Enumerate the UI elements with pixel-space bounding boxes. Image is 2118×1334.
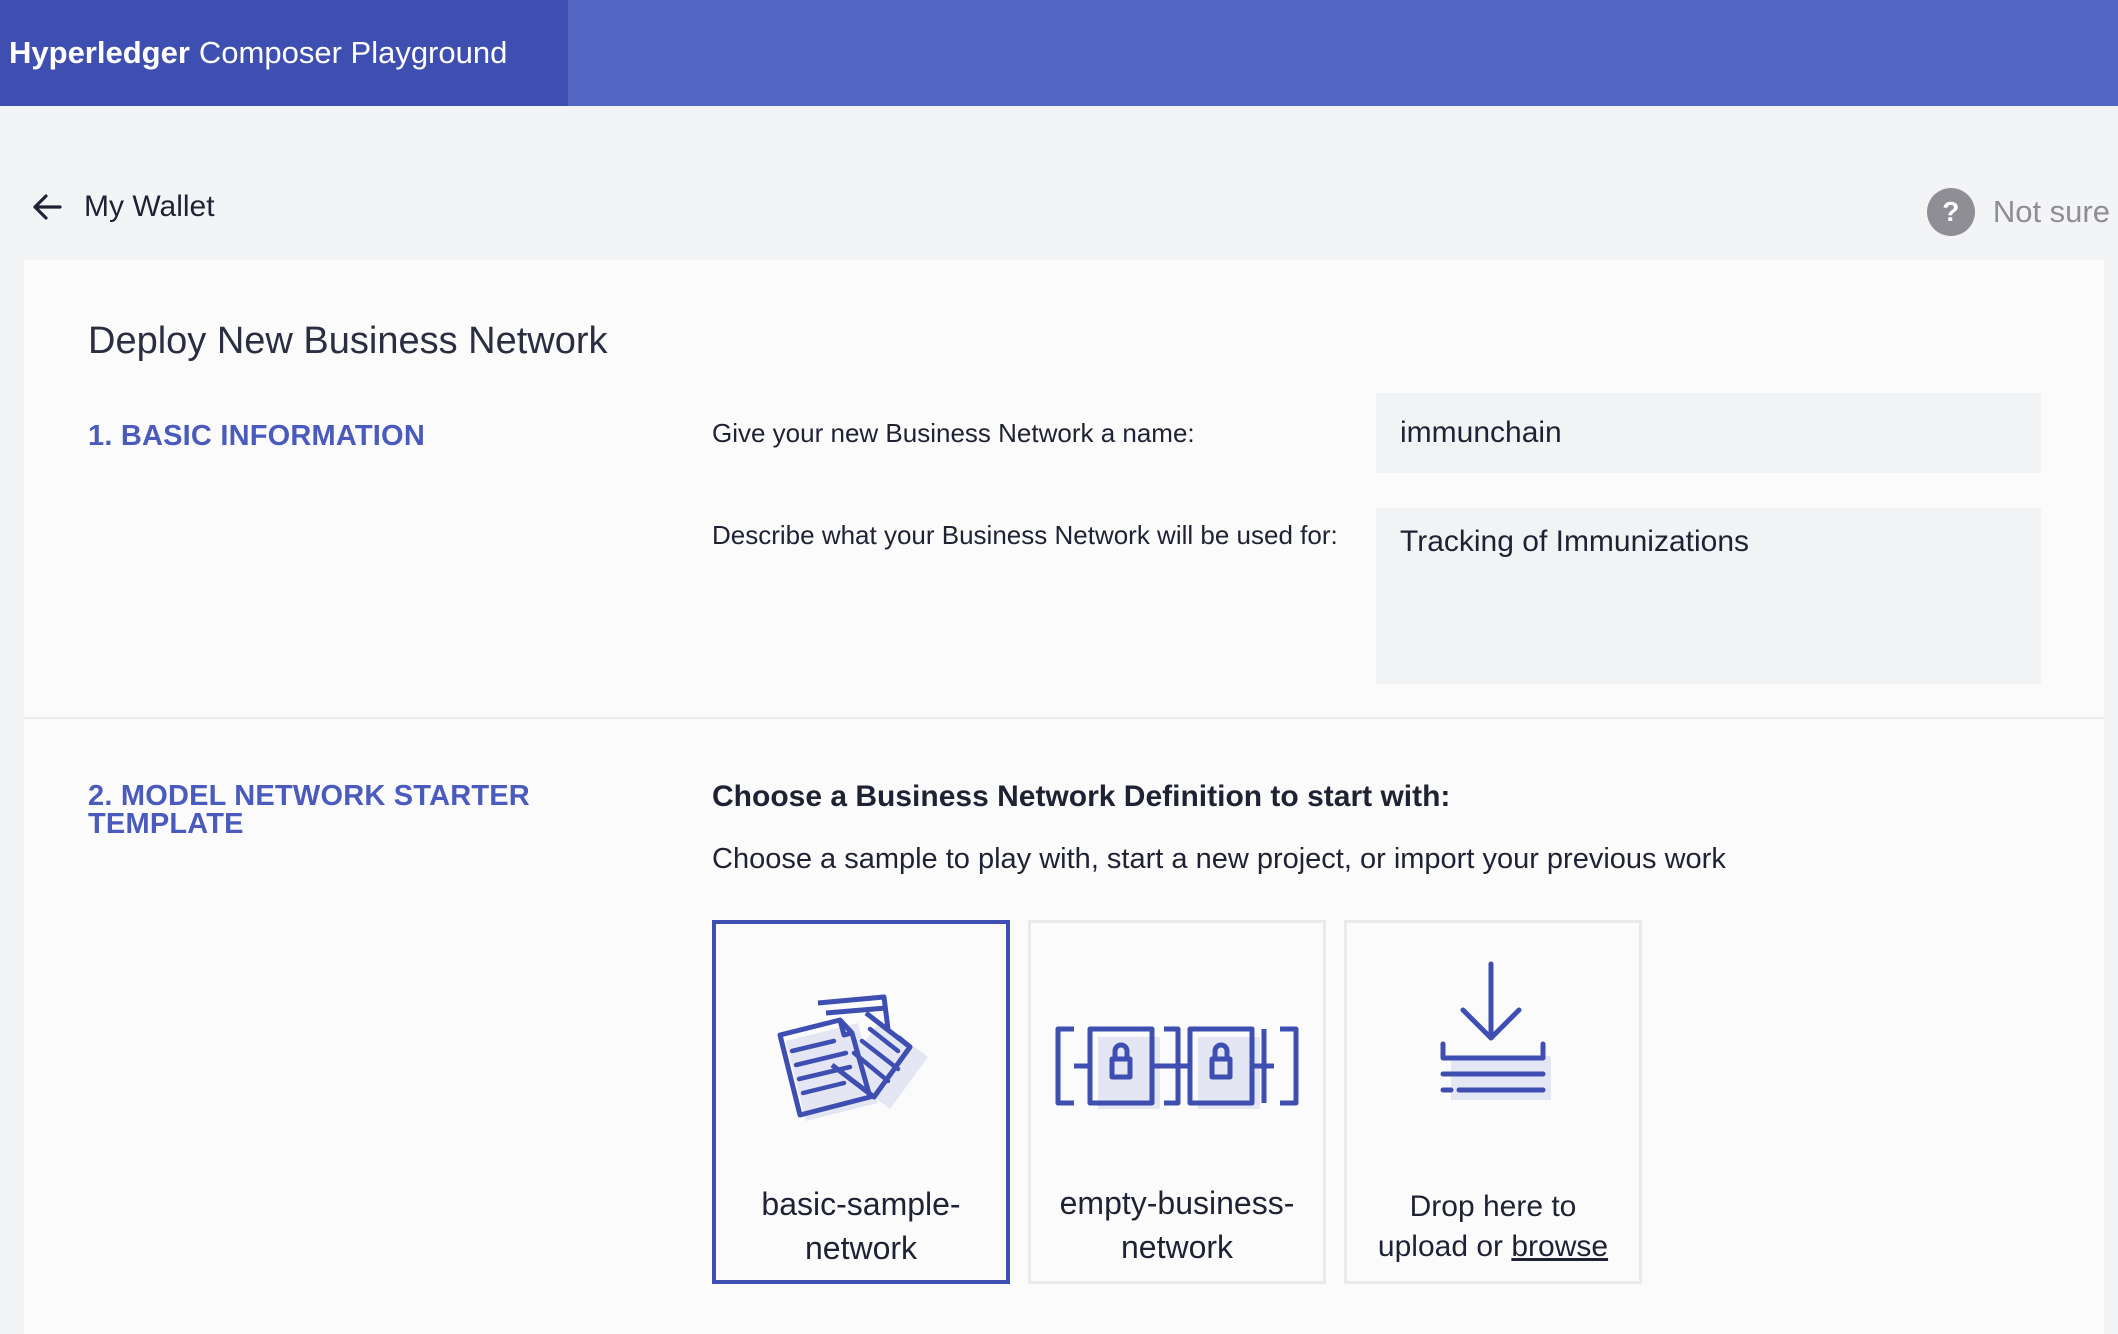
template-label-empty: empty-business- network — [1031, 1181, 1323, 1269]
name-label: Give your new Business Network a name: — [712, 418, 1195, 448]
template-empty-business-network[interactable]: empty-business- network — [1028, 920, 1326, 1284]
template-label-basic: basic-sample- network — [716, 1182, 1006, 1270]
network-description-textarea[interactable]: Tracking of Immunizations — [1376, 508, 2041, 684]
template-basic-sample-network[interactable]: basic-sample- network — [712, 920, 1010, 1284]
template-label-line: empty-business- — [1059, 1185, 1295, 1221]
download-icon — [1440, 961, 1551, 1100]
choose-title: Choose a Business Network Definition to … — [712, 780, 1451, 813]
dropzone-line2-text: upload or — [1377, 1230, 1512, 1263]
template-label-line: network — [804, 1230, 918, 1266]
browse-link[interactable]: browse — [1511, 1230, 1608, 1263]
page-title: Deploy New Business Network — [88, 320, 608, 362]
brand-name: Composer Playground — [198, 35, 508, 70]
template-label-line: basic-sample- — [761, 1186, 961, 1222]
locked-blocks-icon — [1055, 1026, 1299, 1109]
top-bar: Hyperledger Composer Playground — [0, 0, 2118, 106]
dropzone-label: Drop here to upload or browse — [1347, 1187, 1639, 1267]
section-basic-info: 1. BASIC INFORMATION — [88, 420, 425, 452]
help-link[interactable]: ? Not sure — [1926, 188, 2110, 236]
description-label: Describe what your Business Network will… — [712, 520, 1338, 550]
section-template-line1: 2. MODEL NETWORK STARTER — [88, 780, 530, 812]
brand-bold: Hyperledger — [9, 35, 190, 70]
help-label: Not sure — [1992, 194, 2110, 229]
app-brand[interactable]: Hyperledger Composer Playground — [0, 0, 568, 106]
upload-dropzone[interactable]: Drop here to upload or browse — [1344, 920, 1642, 1284]
dropzone-line1: Drop here to — [1409, 1190, 1577, 1223]
section-template: 2. MODEL NETWORK STARTER TEMPLATE — [88, 780, 530, 840]
documents-icon — [777, 994, 928, 1121]
dropzone-line2: upload or browse — [1347, 1227, 1639, 1267]
deploy-card: Deploy New Business Network 1. BASIC INF… — [24, 260, 2104, 1334]
section-template-line2: TEMPLATE — [88, 808, 244, 840]
choose-subtitle: Choose a sample to play with, start a ne… — [712, 843, 1726, 875]
section-divider — [24, 717, 2104, 719]
template-label-line: network — [1120, 1229, 1234, 1265]
network-name-input[interactable]: immunchain — [1376, 393, 2041, 473]
arrow-left-icon — [33, 194, 62, 220]
back-label: My Wallet — [84, 190, 215, 223]
question-icon: ? — [1926, 188, 1975, 236]
back-to-wallet-link[interactable]: My Wallet — [30, 190, 215, 224]
